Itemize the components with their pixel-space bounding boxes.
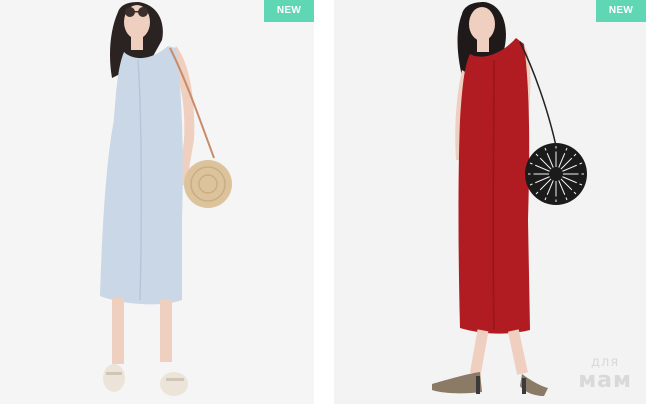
product-card-2[interactable]: NEW для мам	[334, 0, 646, 404]
product-photo-red-dress[interactable]	[334, 0, 646, 404]
site-watermark-logo: для мам	[578, 356, 632, 392]
product-photo-light-blue-dress[interactable]	[0, 0, 314, 404]
product-card-1[interactable]: NEW	[0, 0, 314, 404]
new-badge: NEW	[264, 0, 314, 22]
watermark-bottom-text: мам	[578, 368, 632, 393]
new-badge: NEW	[596, 0, 646, 22]
